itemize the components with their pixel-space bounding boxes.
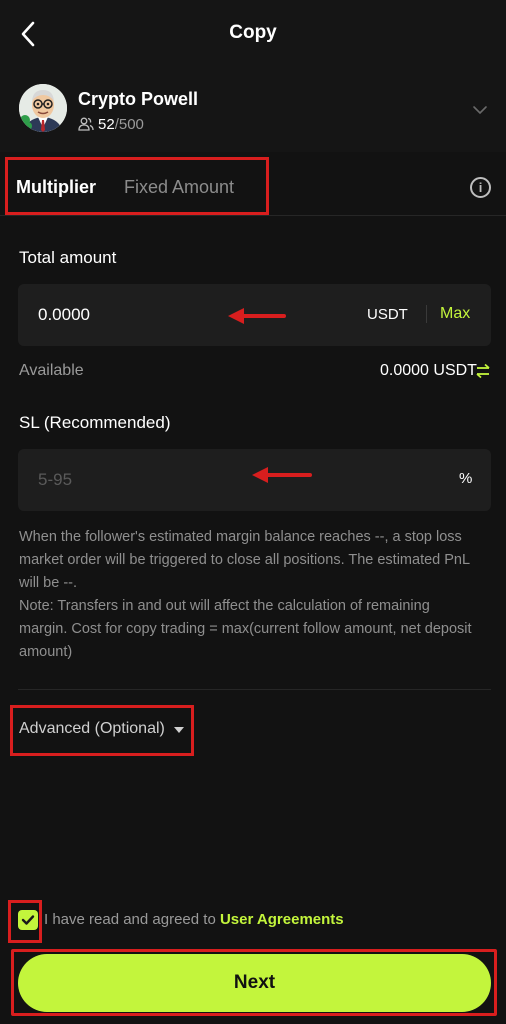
highlight-tabs (5, 157, 269, 215)
total-amount-label: Total amount (19, 248, 117, 267)
percent-unit: % (459, 470, 473, 487)
red-arrow-icon (252, 467, 312, 483)
avatar (19, 84, 67, 132)
stop-loss-label: SL (Recommended) (19, 413, 171, 432)
trader-name: Crypto Powell (78, 89, 199, 109)
total-amount-input[interactable]: 0.0000 (38, 305, 90, 325)
people-icon (78, 117, 94, 131)
user-agreements-link[interactable]: User Agreements (220, 911, 344, 928)
red-arrow-icon (228, 308, 286, 324)
unit-divider (426, 305, 427, 323)
divider (18, 689, 491, 690)
follower-current: 52 (98, 116, 115, 133)
swap-icon[interactable] (476, 363, 490, 379)
agreement-prefix: I have read and agreed to (44, 911, 220, 928)
page-title: Copy (229, 22, 277, 43)
info-icon[interactable]: i (470, 177, 491, 198)
highlight-advanced (10, 705, 194, 756)
highlight-next (11, 949, 497, 1016)
follower-max: /500 (114, 116, 144, 133)
max-button[interactable]: Max (440, 305, 470, 323)
follower-count: 52/500 (98, 116, 144, 133)
available-value: 0.0000 USDT (380, 362, 477, 379)
chevron-down-icon[interactable] (470, 100, 490, 120)
available-label: Available (19, 362, 84, 379)
highlight-checkbox (8, 900, 42, 943)
trader-card[interactable] (0, 70, 506, 152)
agreement-text: I have read and agreed to User Agreement… (44, 911, 344, 928)
amount-unit: USDT (367, 306, 408, 323)
stop-loss-note: When the follower's estimated margin bal… (19, 529, 472, 660)
